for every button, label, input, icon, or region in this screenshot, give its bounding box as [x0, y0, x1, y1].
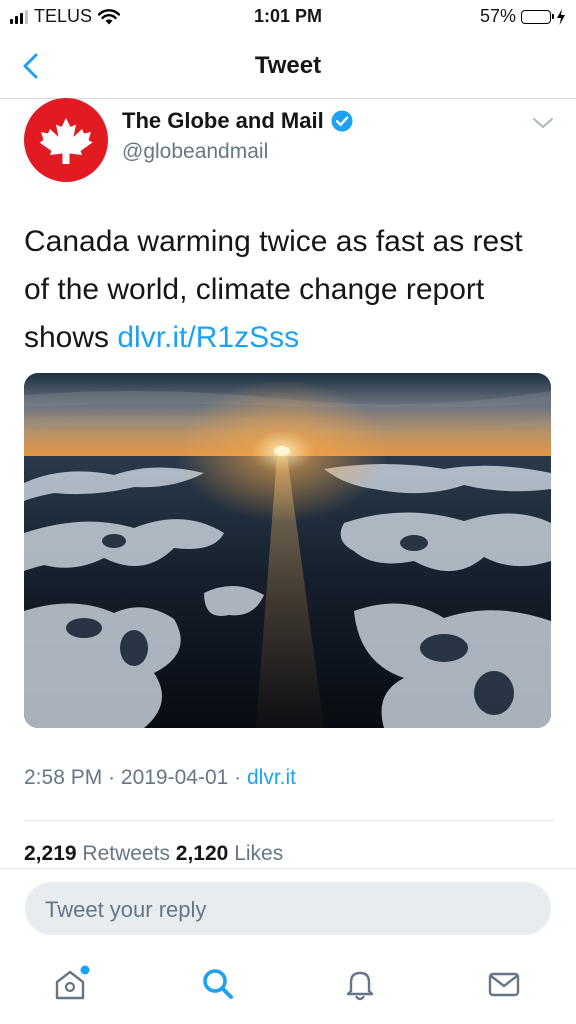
battery-percent: 57%: [479, 6, 516, 26]
reply-input[interactable]: Tweet your reply: [25, 882, 551, 935]
author-name-row[interactable]: The Globe and Mail: [122, 108, 354, 134]
tweet-stats: 2,219 Retweets 2,120 Likes: [24, 842, 283, 866]
tweet-time: 2:58 PM: [24, 766, 103, 789]
status-bar: TELUS 1:01 PM 57%: [0, 0, 576, 34]
like-label[interactable]: Likes: [234, 842, 283, 865]
more-options-button[interactable]: [532, 116, 554, 130]
author-name[interactable]: The Globe and Mail: [122, 108, 324, 134]
tweet-source[interactable]: dlvr.it: [247, 766, 296, 789]
tab-notifications[interactable]: [338, 962, 382, 1006]
divider: [24, 820, 554, 821]
tab-messages[interactable]: [482, 962, 526, 1006]
tab-search[interactable]: [196, 962, 240, 1006]
verified-badge-icon: [331, 110, 353, 132]
meta-separator: ·: [108, 766, 121, 789]
arctic-sunset-photo: [24, 373, 551, 728]
tab-home[interactable]: [48, 962, 92, 1006]
home-icon: [55, 965, 90, 1000]
tweet-meta: 2:58 PM · 2019-04-01 · dlvr.it: [24, 766, 296, 790]
mail-icon: [488, 972, 520, 997]
like-count[interactable]: 2,120: [176, 842, 229, 865]
navigation-bar: Tweet: [0, 36, 576, 99]
status-right: 57%: [480, 6, 566, 27]
page-title: Tweet: [254, 52, 322, 79]
tab-bar: [0, 948, 576, 1024]
reply-placeholder: Tweet your reply: [45, 897, 207, 922]
charging-icon: [557, 8, 565, 25]
chevron-down-icon: [533, 118, 553, 128]
tweet-link[interactable]: dlvr.it/R1zSss: [117, 321, 299, 354]
bell-icon: [346, 971, 374, 1001]
meta-separator: ·: [234, 766, 247, 789]
maple-leaf-icon: [39, 118, 93, 164]
tweet-image[interactable]: [24, 373, 551, 728]
retweet-count[interactable]: 2,219: [24, 842, 77, 865]
retweet-label[interactable]: Retweets: [82, 842, 170, 865]
tweet-text: Canada warming twice as fast as rest of …: [24, 218, 544, 362]
divider: [0, 868, 576, 869]
search-icon: [203, 969, 233, 999]
battery-icon: [521, 9, 554, 24]
notification-dot: [80, 965, 90, 975]
author-handle[interactable]: @globeandmail: [122, 140, 268, 164]
avatar[interactable]: [24, 98, 108, 182]
tweet-date: 2019-04-01: [120, 766, 229, 789]
